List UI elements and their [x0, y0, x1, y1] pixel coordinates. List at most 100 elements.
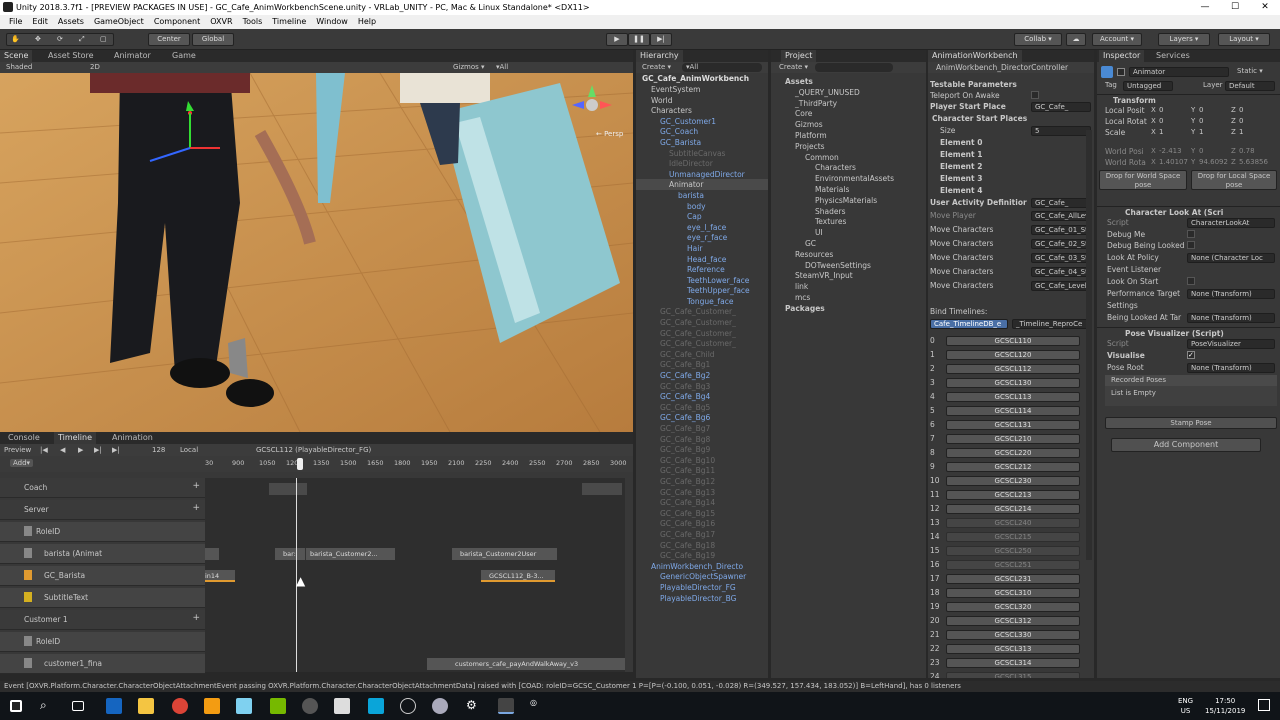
menu-item-assets[interactable]: Assets	[53, 15, 89, 29]
hand-tool-icon[interactable]: ✋	[11, 34, 20, 45]
prev-frame-icon[interactable]: ◀	[60, 444, 65, 456]
chrome-icon[interactable]	[172, 698, 188, 714]
timeline-bind-button[interactable]: GCSCL215	[946, 532, 1080, 542]
track-row[interactable]: SubtitleText	[0, 588, 205, 608]
coach-clip[interactable]	[269, 483, 307, 495]
teleport-checkbox[interactable]	[1031, 91, 1039, 99]
static-dropdown[interactable]: Static ▾	[1237, 67, 1263, 75]
character-start-element[interactable]: Element 1	[928, 149, 1094, 160]
timeline-bind-button[interactable]: GCSCL250	[946, 546, 1080, 556]
timeline-bind-button[interactable]: GCSCL240	[946, 518, 1080, 528]
move-target-field[interactable]: GC_Cafe_01_St	[1031, 225, 1091, 235]
project-folder-item[interactable]: PhysicsMaterials	[771, 195, 926, 206]
hierarchy-item[interactable]: body	[636, 201, 768, 212]
pose-root-field[interactable]: None (Transform)	[1187, 363, 1275, 373]
look-policy-field[interactable]: None (Character Loc	[1187, 253, 1275, 263]
hierarchy-item[interactable]: GC_Cafe_Bg1	[636, 359, 768, 370]
hierarchy-item[interactable]: GC_Cafe_Bg6	[636, 412, 768, 423]
character-look-at-header[interactable]: Character Look At (Scri	[1097, 206, 1280, 217]
steam-icon[interactable]	[302, 698, 318, 714]
drop-local-pose-button[interactable]: Drop for Local Space pose	[1191, 170, 1277, 190]
track-row[interactable]: Server +	[0, 500, 205, 520]
event-listener-label[interactable]: Event Listener	[1097, 264, 1280, 275]
add-track-button[interactable]: Add▾	[10, 459, 34, 467]
timeline-bind-button[interactable]: GCSCL110	[946, 336, 1080, 346]
unity-hub-icon[interactable]	[334, 698, 350, 714]
hierarchy-item[interactable]: GC_Cafe_Customer_	[636, 338, 768, 349]
sublime-icon[interactable]	[204, 698, 220, 714]
project-folder-item[interactable]: UI	[771, 227, 926, 238]
timeline-bind-button[interactable]: GCSCL113	[946, 392, 1080, 402]
playhead-handle[interactable]	[297, 458, 303, 470]
project-folder-item[interactable]: Gizmos	[771, 119, 926, 130]
transform-value[interactable]: 0	[1239, 117, 1243, 125]
hierarchy-item[interactable]: Tongue_face	[636, 296, 768, 307]
char-start-label[interactable]: Character Start Places	[928, 113, 1094, 124]
add-component-button[interactable]: Add Component	[1111, 438, 1261, 452]
scene-viewport[interactable]: ← Persp	[0, 73, 633, 432]
add-icon[interactable]: +	[192, 481, 200, 491]
hierarchy-item[interactable]: PlayableDirector_BG	[636, 593, 768, 604]
windows-start-icon[interactable]	[10, 700, 22, 712]
project-folder-item[interactable]: Packages	[771, 303, 926, 314]
drop-world-pose-button[interactable]: Drop for World Space pose	[1099, 170, 1187, 190]
menu-item-help[interactable]: Help	[353, 15, 381, 29]
hierarchy-item[interactable]: GC_Cafe_Bg5	[636, 402, 768, 413]
hierarchy-item[interactable]: IdleDirector	[636, 158, 768, 169]
gameobject-name[interactable]: Animator	[1129, 67, 1229, 77]
timeline-bind-button[interactable]: GCSCL312	[946, 616, 1080, 626]
transform-header[interactable]: Transform	[1097, 94, 1280, 105]
app-icon[interactable]	[236, 698, 252, 714]
hierarchy-item[interactable]: barista	[636, 190, 768, 201]
timeline-ruler[interactable]: 30 900 1050 1200 1350 1500 1650 1800 1950 2100 225…	[205, 456, 627, 472]
pivot-center-toggle[interactable]: Center	[148, 33, 190, 46]
hierarchy-item[interactable]: GC_Customer1	[636, 116, 768, 127]
app-icon[interactable]	[368, 698, 384, 714]
timeline-clip[interactable]: barista_Customer2User	[452, 548, 557, 560]
project-folder-item[interactable]: SteamVR_Input	[771, 270, 926, 281]
frame-field[interactable]: 128	[152, 444, 165, 456]
bind-tab-db[interactable]: Cafe_TimelineDB_e	[930, 319, 1008, 329]
hierarchy-item[interactable]: GC_Cafe_Bg7	[636, 423, 768, 434]
hierarchy-item[interactable]: GC_Cafe_Customer_	[636, 317, 768, 328]
timeline-bind-button[interactable]: GCSCL131	[946, 420, 1080, 430]
workbench-controller[interactable]: AnimWorkbench_DirectorController	[928, 62, 1094, 73]
perspective-label[interactable]: ← Persp	[596, 130, 623, 138]
language-indicator[interactable]: ENG US	[1178, 696, 1193, 716]
size-field[interactable]: 5	[1031, 126, 1091, 136]
scene-search[interactable]: ▾All	[496, 62, 508, 73]
recorded-poses-header[interactable]: Recorded Poses	[1105, 375, 1277, 386]
timeline-clip[interactable]: GCSCL112_B-3...	[481, 570, 555, 582]
minimize-button[interactable]: —	[1190, 0, 1220, 15]
move-target-field[interactable]: GC_Cafe_04_St	[1031, 267, 1091, 277]
hierarchy-item[interactable]: GenericObjectSpawner	[636, 571, 768, 582]
move-target-field[interactable]: GC_Cafe_03_St	[1031, 253, 1091, 263]
preview-toggle[interactable]: Preview	[4, 444, 31, 456]
menu-item-window[interactable]: Window	[311, 15, 353, 29]
timeline-bind-button[interactable]: GCSCL130	[946, 378, 1080, 388]
transform-value[interactable]: 0	[1199, 106, 1203, 114]
layer-dropdown[interactable]: Default	[1225, 81, 1275, 91]
timeline-bind-button[interactable]: GCSCL330	[946, 630, 1080, 640]
project-folder-item[interactable]: Materials	[771, 184, 926, 195]
track-row[interactable]: barista (Animat	[0, 544, 205, 564]
timeline-bind-button[interactable]: GCSCL251	[946, 560, 1080, 570]
tab-animation[interactable]: Animation	[108, 432, 157, 444]
clock[interactable]: 17:50 15/11/2019	[1205, 696, 1245, 716]
project-folder-item[interactable]: Assets	[771, 76, 926, 87]
rect-tool-icon[interactable]: ▢	[100, 34, 107, 45]
hierarchy-item[interactable]: Animator	[636, 179, 768, 190]
hierarchy-item[interactable]: Characters	[636, 105, 768, 116]
pause-button[interactable]: ❚❚	[628, 33, 650, 46]
menu-item-gameobject[interactable]: GameObject	[89, 15, 149, 29]
tab-timeline[interactable]: Timeline	[54, 432, 97, 444]
go-start-icon[interactable]: |◀	[40, 444, 48, 456]
transform-value[interactable]: 1	[1199, 128, 1203, 136]
tab-console[interactable]: Console	[4, 432, 44, 444]
hierarchy-item[interactable]: GC_Cafe_Customer_	[636, 306, 768, 317]
timeline-bind-button[interactable]: GCSCL213	[946, 490, 1080, 500]
project-folder-item[interactable]: Common	[771, 152, 926, 163]
hierarchy-item[interactable]: GC_Cafe_Bg12	[636, 476, 768, 487]
being-looked-field[interactable]: None (Transform)	[1187, 313, 1275, 323]
rotate-tool-icon[interactable]: ⟳	[57, 34, 63, 45]
